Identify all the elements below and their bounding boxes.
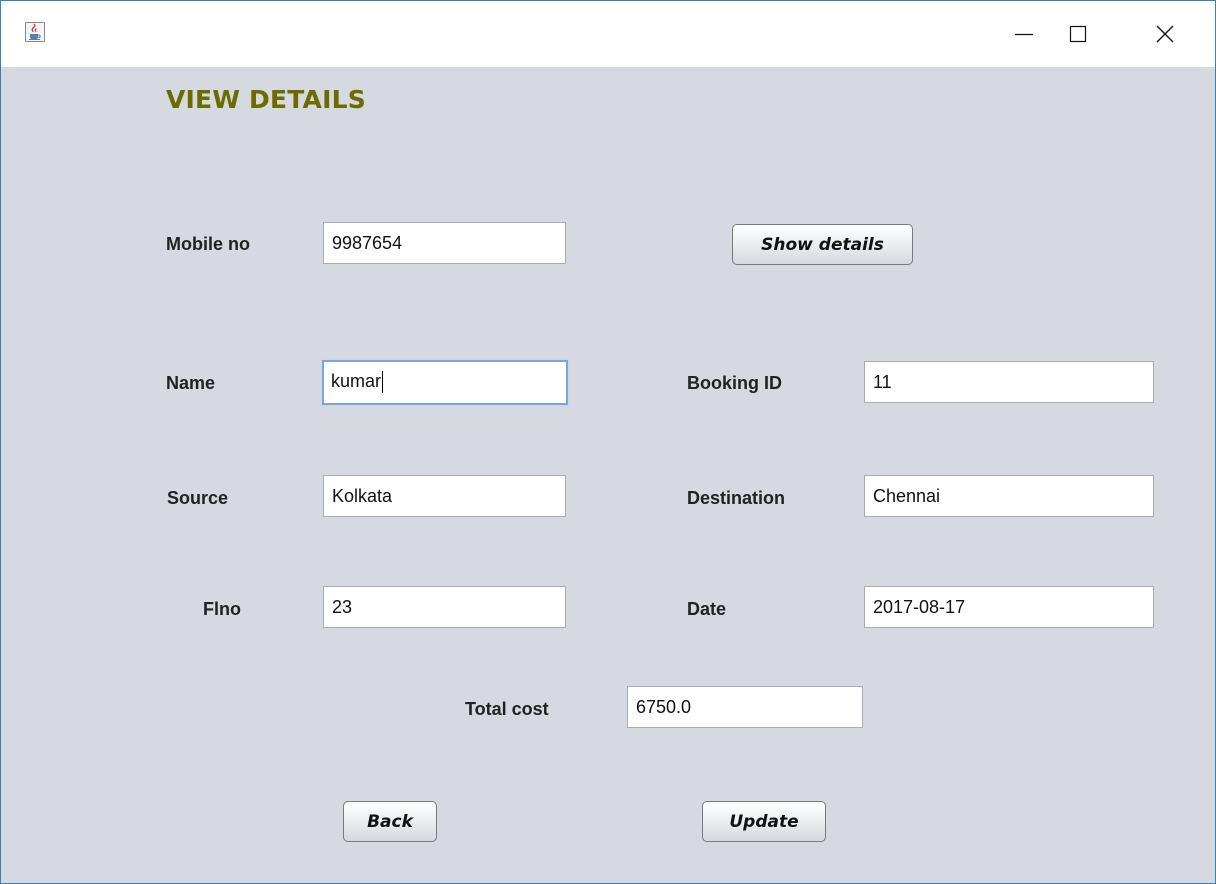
text-caret (382, 371, 384, 394)
date-field[interactable]: 2017-08-17 (864, 586, 1154, 628)
minimize-icon (1015, 33, 1033, 36)
date-label: Date (687, 599, 727, 619)
name-value: kumar (331, 371, 382, 391)
show-details-button[interactable]: Show details (732, 224, 913, 265)
java-cup-icon[interactable] (25, 22, 45, 42)
source-field[interactable]: Kolkata (323, 475, 566, 517)
total-cost-label: Total cost (465, 699, 549, 719)
close-icon (1156, 25, 1174, 43)
mobile-label: Mobile no (166, 234, 250, 254)
update-button[interactable]: Update (702, 801, 826, 842)
maximize-button[interactable] (1055, 1, 1101, 67)
application-window: VIEW DETAILS Mobile no 9987654 Show deta… (0, 0, 1216, 884)
close-button[interactable] (1142, 1, 1188, 67)
booking-id-field[interactable]: 11 (864, 361, 1154, 403)
name-field[interactable]: kumar (322, 360, 568, 405)
back-button[interactable]: Back (343, 801, 437, 842)
name-label: Name (166, 373, 216, 393)
minimize-button[interactable] (1001, 1, 1047, 67)
maximize-icon (1069, 25, 1087, 43)
title-bar (1, 1, 1215, 67)
destination-field[interactable]: Chennai (864, 475, 1154, 517)
flno-field[interactable]: 23 (323, 586, 566, 628)
mobile-field[interactable]: 9987654 (323, 222, 566, 264)
page-title: VIEW DETAILS (166, 85, 366, 114)
flno-label: Flno (203, 599, 241, 619)
total-cost-field[interactable]: 6750.0 (627, 686, 863, 728)
source-label: Source (167, 488, 229, 508)
booking-id-label: Booking ID (687, 373, 782, 393)
destination-label: Destination (687, 488, 786, 508)
